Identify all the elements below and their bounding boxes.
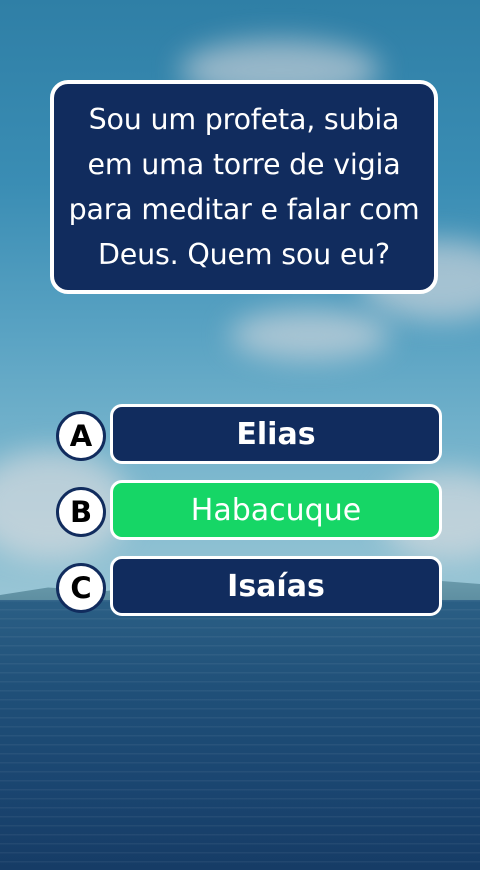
cloud <box>230 310 390 360</box>
answer-option-c[interactable]: C Isaías <box>56 556 444 618</box>
question-line: Deus. Quem sou eu? <box>98 238 390 271</box>
answer-button-c[interactable]: Isaías <box>110 556 442 616</box>
question-text: Sou um profeta, subia em uma torre de vi… <box>54 97 434 277</box>
question-line: Sou um profeta, subia <box>88 103 400 136</box>
answer-option-b[interactable]: B Habacuque <box>56 480 444 542</box>
question-line: em uma torre de vigia <box>87 148 401 181</box>
answer-option-a[interactable]: A Elias <box>56 404 444 466</box>
option-letter-badge: C <box>56 563 106 613</box>
option-letter-badge: B <box>56 487 106 537</box>
sea-background <box>0 600 480 870</box>
answer-button-b[interactable]: Habacuque <box>110 480 442 540</box>
answer-button-a[interactable]: Elias <box>110 404 442 464</box>
option-letter-badge: A <box>56 411 106 461</box>
question-line: para meditar e falar com <box>68 193 420 226</box>
question-box: Sou um profeta, subia em uma torre de vi… <box>50 80 438 294</box>
